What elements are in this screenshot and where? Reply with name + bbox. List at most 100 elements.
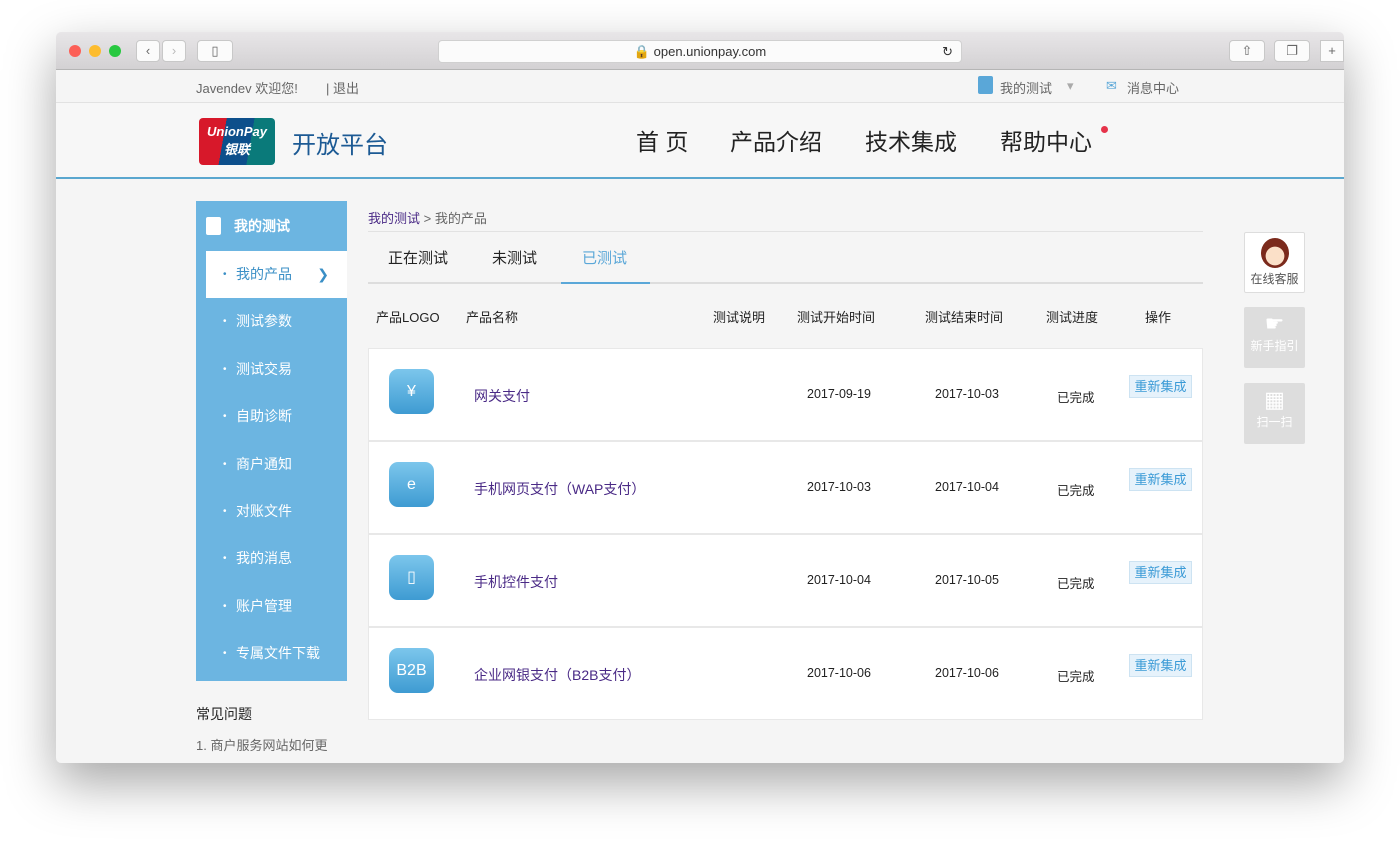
product-name-link[interactable]: 手机控件支付 <box>474 572 558 592</box>
breadcrumb-sep: > <box>423 211 432 226</box>
product-logo-icon: B2B <box>389 648 434 693</box>
faq-title: 常见问题 <box>196 706 252 722</box>
breadcrumb-current: 我的产品 <box>434 211 487 226</box>
progress-status: 已完成 <box>1057 670 1095 684</box>
sidebar-item-reconciliation[interactable]: 对账文件 <box>196 488 347 535</box>
end-date: 2017-10-03 <box>935 387 999 401</box>
chevron-down-icon[interactable]: ▾ <box>1067 78 1074 94</box>
sidebar-item-diagnosis[interactable]: 自助诊断 <box>196 393 347 440</box>
faq-link[interactable]: 1. 商户服务网站如何更 <box>196 735 327 754</box>
unionpay-logo[interactable]: UnionPay 银联 <box>199 118 275 165</box>
end-date: 2017-10-05 <box>935 573 999 587</box>
back-button[interactable]: ‹ <box>136 40 160 62</box>
browser-toolbar: ‹ › ▯ 🔒 open.unionpay.com ↻ ⇧ ❐ + <box>56 32 1344 70</box>
label: 在线客服 <box>1250 272 1299 286</box>
reintegrate-button[interactable]: 重新集成 <box>1129 468 1192 491</box>
tab-testing[interactable]: 正在测试 <box>388 247 448 268</box>
logo-cn: 银联 <box>223 142 250 157</box>
browser-window: ‹ › ▯ 🔒 open.unionpay.com ↻ ⇧ ❐ + Javende… <box>56 32 1344 763</box>
tab-untested[interactable]: 未测试 <box>492 247 537 268</box>
mail-icon: ✉ <box>1106 78 1117 93</box>
col-action: 操作 <box>1145 310 1172 325</box>
product-logo-icon: ▯ <box>389 555 434 600</box>
new-tab-button[interactable]: + <box>1320 40 1344 62</box>
logo-text: UnionPay <box>207 124 267 139</box>
minimize-window-button[interactable] <box>89 45 101 57</box>
avatar-icon <box>1260 238 1289 268</box>
pointing-hand-icon: ☛ <box>1264 311 1285 336</box>
product-logo-icon: ¥ <box>389 369 434 414</box>
col-end: 测试结束时间 <box>925 310 1004 325</box>
maximize-window-button[interactable] <box>109 45 121 57</box>
sidebar-item-test-transactions[interactable]: 测试交易 <box>196 346 347 393</box>
sidebar-item-test-params[interactable]: 测试参数 <box>196 298 347 345</box>
close-window-button[interactable] <box>69 45 81 57</box>
logout-link[interactable]: | 退出 <box>326 78 359 97</box>
product-logo-icon: e <box>389 462 434 507</box>
reload-icon[interactable]: ↻ <box>942 41 953 62</box>
share-icon[interactable]: ⇧ <box>1229 40 1265 62</box>
tab-tested[interactable]: 已测试 <box>582 247 627 268</box>
sidebar-item-messages[interactable]: 我的消息 <box>196 535 347 582</box>
sidebar-item-account[interactable]: 账户管理 <box>196 583 347 630</box>
col-desc: 测试说明 <box>713 310 766 325</box>
start-date: 2017-10-06 <box>807 666 871 680</box>
col-start: 测试开始时间 <box>797 310 876 325</box>
reintegrate-button[interactable]: 重新集成 <box>1129 561 1192 584</box>
sidebar-title: 我的测试 <box>234 218 290 234</box>
end-date: 2017-10-06 <box>935 666 999 680</box>
col-progress: 测试进度 <box>1046 310 1099 325</box>
reintegrate-button[interactable]: 重新集成 <box>1129 654 1192 677</box>
forward-button[interactable]: › <box>162 40 186 62</box>
sidebar-item-downloads[interactable]: 专属文件下载 <box>196 630 347 677</box>
nav-home[interactable]: 首 页 <box>636 123 688 157</box>
reintegrate-button[interactable]: 重新集成 <box>1129 375 1192 398</box>
sidebar-item-my-products[interactable]: 我的产品 ❯ <box>206 251 347 299</box>
table-row: B2B 企业网银支付（B2B支付） 2017-10-06 2017-10-06 … <box>368 627 1203 720</box>
my-test-dropdown[interactable]: 我的测试 <box>1000 78 1052 97</box>
table-row: e 手机网页支付（WAP支付） 2017-10-03 2017-10-04 已完… <box>368 441 1203 534</box>
sidebar-toggle-icon[interactable]: ▯ <box>197 40 233 62</box>
breadcrumb-root[interactable]: 我的测试 <box>368 211 420 226</box>
message-center-link[interactable]: 消息中心 <box>1127 78 1179 97</box>
scan-button[interactable]: ▦ 扫一扫 <box>1244 383 1305 444</box>
start-date: 2017-10-04 <box>807 573 871 587</box>
product-name-link[interactable]: 手机网页支付（WAP支付） <box>474 479 645 499</box>
start-date: 2017-09-19 <box>807 387 871 401</box>
tab-bar: 正在测试 未测试 已测试 <box>368 231 1203 284</box>
label: 我的产品 <box>236 266 292 282</box>
nav-integration[interactable]: 技术集成 <box>865 123 957 157</box>
product-name-link[interactable]: 企业网银支付（B2B支付） <box>474 665 640 685</box>
online-service-button[interactable]: 在线客服 <box>1244 232 1305 293</box>
test-icon <box>206 217 221 235</box>
progress-status: 已完成 <box>1057 484 1095 498</box>
guide-button[interactable]: ☛ 新手指引 <box>1244 307 1305 368</box>
nav-products[interactable]: 产品介绍 <box>730 123 822 157</box>
sidebar-header: 我的测试 <box>196 201 347 251</box>
welcome-text: Javendev 欢迎您! <box>196 81 298 96</box>
address-bar[interactable]: 🔒 open.unionpay.com ↻ <box>438 40 962 63</box>
lock-icon: 🔒 <box>633 44 651 59</box>
label: 扫一扫 <box>1256 415 1293 429</box>
product-name-link[interactable]: 网关支付 <box>474 386 530 406</box>
notification-dot <box>1101 126 1108 133</box>
sidebar: 我的测试 我的产品 ❯ 测试参数 测试交易 自助诊断 商户通知 对账文件 我的消息… <box>196 201 347 681</box>
active-tab-indicator <box>561 282 650 284</box>
breadcrumb: 我的测试 > 我的产品 <box>368 208 487 227</box>
nav-help[interactable]: 帮助中心 <box>1000 123 1092 157</box>
user-bar: Javendev 欢迎您! | 退出 我的测试 ▾ ✉ 消息中心 <box>56 70 1344 103</box>
end-date: 2017-10-04 <box>935 480 999 494</box>
table-row: ¥ 网关支付 2017-09-19 2017-10-03 已完成 重新集成 <box>368 348 1203 441</box>
qr-code-icon: ▦ <box>1264 387 1285 412</box>
test-icon <box>978 76 993 94</box>
sidebar-item-merchant-notice[interactable]: 商户通知 <box>196 441 347 488</box>
site-header: UnionPay 银联 开放平台 首 页 产品介绍 技术集成 帮助中心 <box>56 103 1344 179</box>
start-date: 2017-10-03 <box>807 480 871 494</box>
chevron-right-icon: ❯ <box>317 266 329 282</box>
progress-status: 已完成 <box>1057 391 1095 405</box>
col-name: 产品名称 <box>466 310 519 325</box>
col-logo: 产品LOGO <box>376 310 440 325</box>
table-row: ▯ 手机控件支付 2017-10-04 2017-10-05 已完成 重新集成 <box>368 534 1203 627</box>
progress-status: 已完成 <box>1057 577 1095 591</box>
tabs-icon[interactable]: ❐ <box>1274 40 1310 62</box>
